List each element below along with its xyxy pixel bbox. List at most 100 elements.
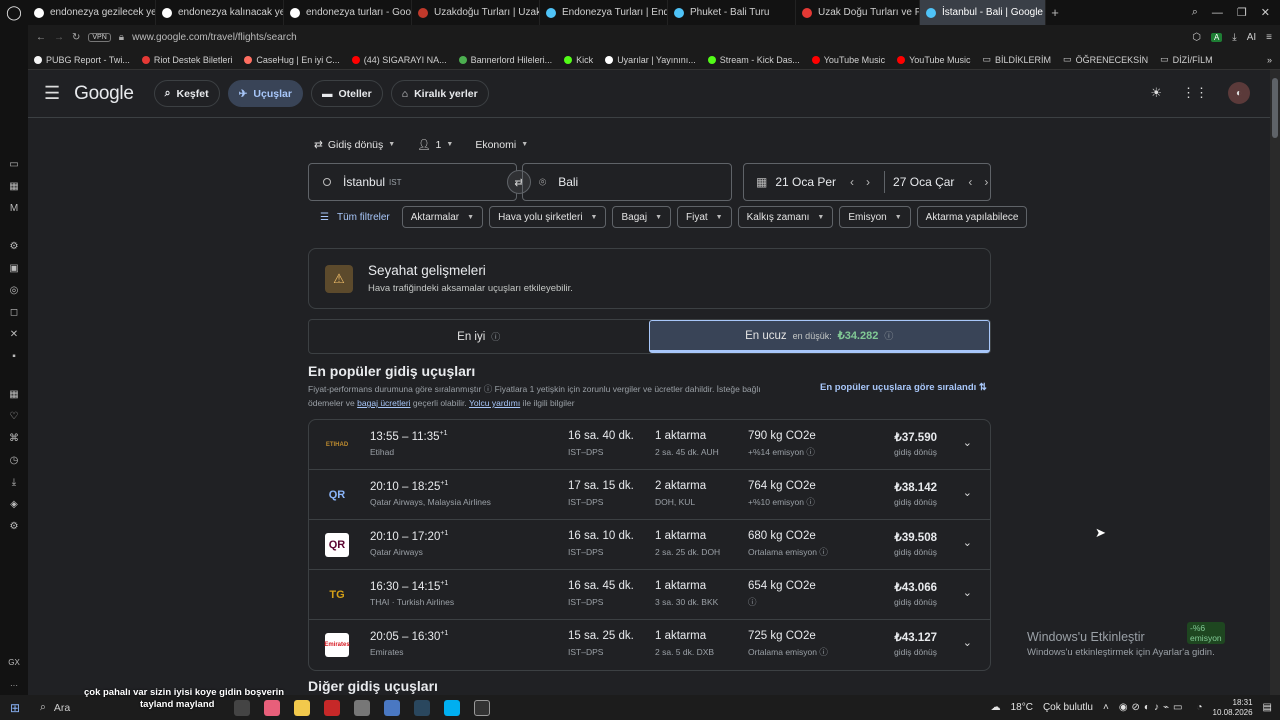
restore-icon[interactable]: ❐ [1237,6,1247,19]
expand-chevron-icon[interactable]: ⌄ [963,486,972,499]
settings-wheel-icon[interactable]: ⚙ [10,241,19,253]
browser-tab[interactable]: endonezya gezilecek yerle [28,0,156,25]
apps-grid-icon[interactable]: ⋮⋮ [1182,85,1208,101]
bookmark-item[interactable]: CaseHug | En iyi C... [244,55,340,65]
weather-icon[interactable]: ☁ [991,702,1001,713]
gx-control-icon[interactable]: ▭ [9,159,18,171]
tab-best[interactable]: En iyi ⓘ [309,320,649,353]
info-icon[interactable]: ⓘ [491,330,500,343]
profile-badge-icon[interactable]: A [1210,33,1223,42]
browser-tab[interactable]: Uzak Doğu Turları ve Fiyat [796,0,920,25]
tab-cheapest[interactable]: En ucuz en düşük: ₺34.282 ⓘ [648,320,990,353]
bookmark-item[interactable]: Kick [564,55,593,65]
vpn-badge[interactable]: VPN [88,33,111,42]
scrollbar-thumb[interactable] [1272,78,1278,138]
back-icon[interactable]: ← [36,32,46,43]
cabin-class-select[interactable]: Ekonomi ▼ [475,138,528,151]
whatsapp-icon[interactable]: ◎ [10,285,19,297]
gx-corner-icon[interactable]: ▦ [9,181,18,193]
bookmark-item[interactable]: ▭ ÖĞRENECEKSİN [1063,54,1148,65]
return-date[interactable]: 27 Oca Çar [893,175,954,189]
close-window-icon[interactable]: ✕ [1261,6,1270,19]
skype-icon[interactable] [444,699,460,716]
prev-date-icon[interactable]: ‹ [968,175,972,189]
ai-button[interactable]: AI [1247,32,1256,43]
windows-start-icon[interactable]: ⊞ [0,701,30,715]
downloads-icon[interactable]: ⤓ [12,477,16,489]
nav-explore[interactable]: ⌕ Keşfet [153,80,220,107]
depart-date[interactable]: 21 Oca Per [775,175,836,189]
bookmark-item[interactable]: Riot Destek Biletleri [141,55,232,65]
nav-hotels[interactable]: ▬ Oteller [310,80,383,107]
google-logo[interactable]: Google [74,83,134,105]
info-icon[interactable]: ⓘ [884,329,893,342]
x-icon[interactable]: ✕ [10,329,18,341]
filter-chip[interactable]: Aktarmalar ▼ [401,206,484,228]
destination-field[interactable]: ⌾ Bali [522,163,732,201]
nav-vacation-rentals[interactable]: ⌂ Kiralık yerler [390,80,489,107]
filter-chip[interactable]: Hava yolu şirketleri ▼ [489,206,607,228]
url-field[interactable]: www.google.com/travel/flights/search [132,32,297,43]
expand-chevron-icon[interactable]: ⌄ [963,536,972,549]
minimize-icon[interactable]: — [1212,7,1223,19]
passenger-help-link[interactable]: Yolcu yardımı [469,398,520,408]
app-icon[interactable] [354,699,370,716]
tray-icons[interactable]: ◉⊘◐♪⌁▭ [1119,702,1187,713]
extensions-icon[interactable]: ⬡ [1192,32,1201,43]
filter-chip[interactable]: Aktarma yapılabilece [916,206,1028,228]
bookmarks-overflow-icon[interactable]: » [1267,55,1272,65]
date-field[interactable]: ▦ 21 Oca Per ‹ › 27 Oca Çar ‹ › [743,163,991,201]
filter-chip[interactable]: Emisyon ▼ [839,206,911,228]
origin-field[interactable]: İstanbul IST [308,163,517,201]
info-icon[interactable]: ⓘ [748,597,757,607]
expand-chevron-icon[interactable]: ⌄ [963,636,972,649]
all-filters-button[interactable]: ☰ Tüm filtreler [314,206,396,228]
reload-icon[interactable]: ↻ [72,32,80,43]
tray-chevron-icon[interactable]: ˄ [1103,702,1109,713]
sort-order-link[interactable]: En popüler uçuşlara göre sıralandı ⇅ [820,382,987,393]
hamburger-menu-icon[interactable]: ☰ [44,83,60,104]
theme-sun-icon[interactable]: ☀ [1150,85,1162,101]
avatar[interactable]: ◐ [1228,82,1250,104]
bookmark-item[interactable]: Uyarılar | Yayınını... [605,55,696,65]
browser-tab[interactable]: endonezya kalınacak yerle [156,0,284,25]
twitch-icon[interactable]: ▣ [9,263,18,275]
bookmark-item[interactable]: PUBG Report - Twi... [34,55,130,65]
browser-tab[interactable]: Phuket - Bali Turu [668,0,796,25]
expand-chevron-icon[interactable]: ⌄ [963,586,972,599]
next-date-icon[interactable]: › [866,175,870,189]
steam-icon[interactable] [414,699,430,716]
filter-chip[interactable]: Kalkış zamanı ▼ [737,206,834,228]
forward-icon[interactable]: → [54,32,64,43]
filter-chip[interactable]: Fiyat ▼ [677,206,732,228]
lock-icon[interactable]: 🔒︎ [119,32,124,43]
browser-tab[interactable]: Uzakdoğu Turları | Uzakdo [412,0,540,25]
flight-row[interactable]: ETIHAD 13:55 – 11:35+1 Etihad 16 sa. 40 dk.… [309,420,990,470]
gear-icon[interactable]: ⚙ [10,521,19,533]
heart-icon[interactable]: ♡ [10,411,19,423]
browser-tab[interactable]: Endonezya Turları | Endon [540,0,668,25]
wifi-icon[interactable]: ◔ [1196,702,1202,713]
clock[interactable]: 18:31 10.08.2026 [1213,698,1253,718]
more-menu-icon[interactable]: ≡ [1266,32,1272,43]
history-icon[interactable]: ◷ [10,455,19,467]
bookmark-item[interactable]: (44) SIGARAYI NA... [351,55,447,65]
prev-date-icon[interactable]: ‹ [850,175,854,189]
travel-notice[interactable]: ⚠ Seyahat gelişmeleri Hava trafiğindeki … [308,248,991,309]
info-icon[interactable]: ⓘ [819,647,828,657]
passengers-select[interactable]: 👤︎ 1 ▼ [417,138,453,152]
opera-menu-icon[interactable]: ◯ [0,0,28,25]
cube-icon[interactable]: ◈ [10,499,18,511]
opera-gx-icon[interactable] [324,699,340,716]
app-icon[interactable] [384,699,400,716]
bookmark-item[interactable]: ▭ BİLDİKLERİM [983,54,1052,65]
notification-icon[interactable]: ▤ [1263,702,1272,713]
bookmark-item[interactable]: YouTube Music [811,55,885,65]
flight-row[interactable]: QR 20:10 – 18:25+1 Qatar Airways, Malaysia… [309,470,990,520]
next-date-icon[interactable]: › [984,175,988,189]
flight-row[interactable]: Emirates 20:05 – 16:30+1 Emirates 15 sa. 25… [309,620,990,670]
more-icon[interactable]: ··· [10,681,18,690]
nav-flights[interactable]: ✈ Uçuşlar [227,80,303,107]
messenger-icon[interactable]: M [10,203,18,215]
bookmark-item[interactable]: YouTube Music [897,55,971,65]
